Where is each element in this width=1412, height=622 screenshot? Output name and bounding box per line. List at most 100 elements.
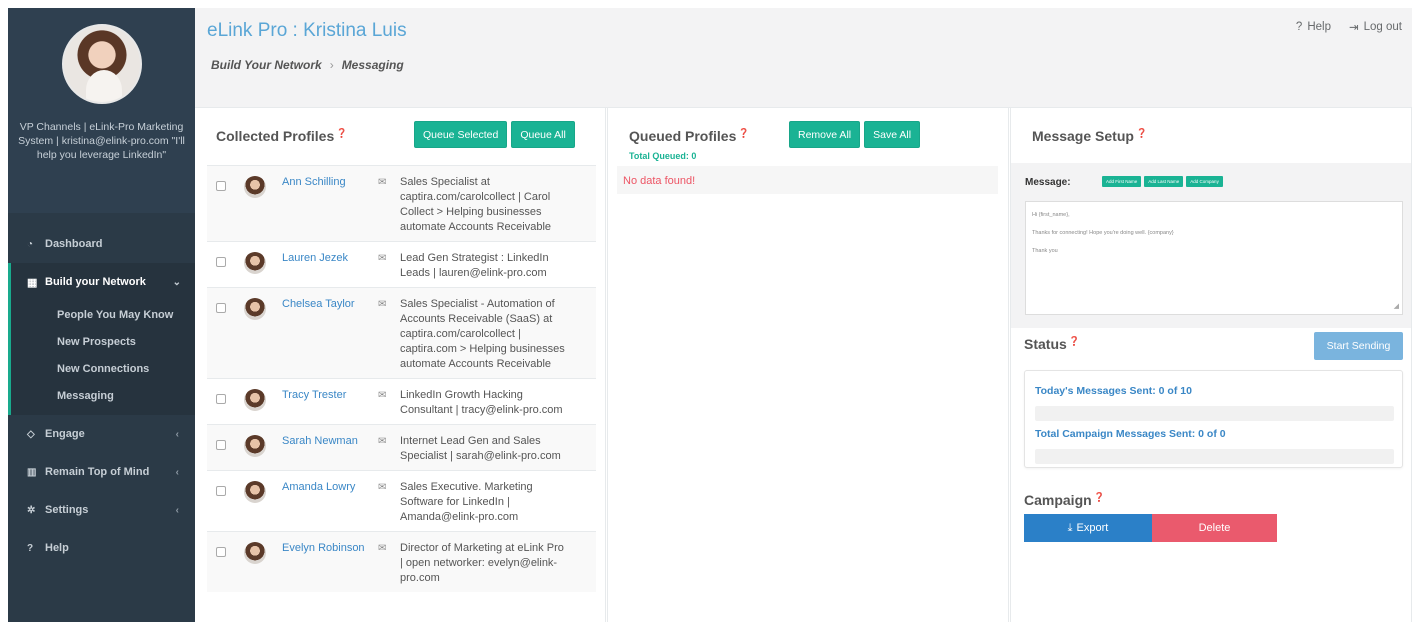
envelope-icon[interactable]: ✉	[378, 541, 400, 586]
grid-icon: ▦	[27, 276, 38, 289]
merge-tag-buttons: Add First Name Add Last Name Add Company	[1102, 176, 1223, 187]
sidebar: VP Channels | eLink-Pro Marketing System…	[8, 8, 195, 622]
message-line: Thank you	[1032, 248, 1058, 254]
sidebar-item-label: Engage	[45, 428, 85, 440]
sidebar-subitem-messaging[interactable]: Messaging	[11, 382, 195, 409]
breadcrumb: Build Your Network › Messaging	[211, 58, 404, 72]
select-checkbox[interactable]	[216, 486, 226, 496]
profile-headline: Sales Specialist at captira.com/carolcol…	[400, 176, 552, 233]
app-title: eLink Pro : Kristina Luis	[207, 20, 407, 41]
today-messages-label: Today's Messages Sent: 0 of 10	[1035, 385, 1192, 397]
message-textarea[interactable]: Hi {first_name}, Thanks for connecting! …	[1025, 201, 1403, 315]
total-queued: Total Queued: 0	[629, 151, 697, 161]
start-sending-button[interactable]: Start Sending	[1314, 332, 1403, 360]
profile-bio: VP Channels | eLink-Pro Marketing System…	[18, 121, 185, 161]
info-icon[interactable]: ❓	[1136, 128, 1147, 138]
logout-link[interactable]: ⇥ Log out	[1349, 20, 1402, 34]
profile-name-link[interactable]: Ann Schilling	[282, 175, 378, 235]
sidebar-item-remain-top[interactable]: ▥ Remain Top of Mind ‹	[8, 453, 195, 491]
resize-handle-icon[interactable]: ◢	[1394, 302, 1399, 312]
message-line: Thanks for connecting! Hope you're doing…	[1032, 230, 1174, 236]
total-messages-label: Total Campaign Messages Sent: 0 of 0	[1035, 428, 1226, 440]
save-all-button[interactable]: Save All	[864, 121, 921, 148]
sidebar-subitem-new-connections[interactable]: New Connections	[11, 355, 195, 382]
status-heading: Status ❓	[1024, 336, 1080, 352]
profile-photo	[244, 298, 266, 320]
sign-out-icon: ⇥	[1348, 22, 1359, 34]
help-label: Help	[1307, 21, 1331, 33]
select-checkbox[interactable]	[216, 394, 226, 404]
sidebar-nav: ◔ Dashboard ▦ Build your Network ⌄ Peopl…	[8, 225, 195, 567]
help-link[interactable]: ? Help	[1296, 20, 1331, 34]
delete-button[interactable]: Delete	[1152, 514, 1277, 542]
info-icon[interactable]: ❓	[1094, 492, 1105, 502]
top-links: ? Help ⇥ Log out	[1296, 20, 1402, 34]
envelope-icon[interactable]: ✉	[378, 480, 400, 525]
bar-chart-icon: ▥	[27, 466, 37, 478]
sidebar-item-build-network[interactable]: ▦ Build your Network ⌄	[11, 263, 195, 301]
select-checkbox[interactable]	[216, 303, 226, 313]
list-item: Lauren Jezek ✉ Lead Gen Strategist : Lin…	[207, 241, 596, 287]
status-box: Today's Messages Sent: 0 of 10 Total Cam…	[1024, 370, 1403, 468]
profile-name-link[interactable]: Amanda Lowry	[282, 480, 378, 525]
select-checkbox[interactable]	[216, 440, 226, 450]
chevron-left-icon: ‹	[175, 466, 179, 478]
envelope-icon[interactable]: ✉	[378, 388, 400, 418]
queued-actions: Remove All Save All	[789, 121, 921, 148]
panel-title: Queued Profiles	[629, 128, 737, 144]
profile-name-link[interactable]: Lauren Jezek	[282, 251, 378, 281]
collected-profiles-heading: Collected Profiles ❓	[216, 128, 347, 144]
envelope-icon[interactable]: ✉	[378, 175, 400, 235]
sidebar-subitem-people[interactable]: People You May Know	[11, 301, 195, 328]
sidebar-item-label: Build your Network	[45, 276, 146, 288]
profile-headline: Lead Gen Strategist : LinkedIn Leads | l…	[400, 252, 549, 279]
select-checkbox[interactable]	[216, 181, 226, 191]
sidebar-item-label: Remain Top of Mind	[45, 466, 150, 478]
info-icon[interactable]: ❓	[738, 128, 749, 138]
avatar[interactable]	[61, 24, 142, 104]
sidebar-item-engage[interactable]: ◇ Engage ‹	[8, 415, 195, 453]
info-icon[interactable]: ❓	[336, 128, 347, 138]
list-item: Amanda Lowry ✉ Sales Executive. Marketin…	[207, 470, 596, 531]
profile-name-link[interactable]: Chelsea Taylor	[282, 297, 378, 372]
profile-name-link[interactable]: Tracy Trester	[282, 388, 378, 418]
sidebar-subitem-new-prospects[interactable]: New Prospects	[11, 328, 195, 355]
envelope-icon[interactable]: ✉	[378, 297, 400, 372]
profile-headline: Internet Lead Gen and Sales Specialist |…	[400, 435, 561, 462]
envelope-icon[interactable]: ✉	[378, 251, 400, 281]
list-item: Chelsea Taylor ✉ Sales Specialist - Auto…	[207, 287, 596, 378]
chevron-left-icon: ‹	[175, 504, 179, 516]
profile-headline: Sales Executive. Marketing Software for …	[400, 481, 533, 523]
select-checkbox[interactable]	[216, 257, 226, 267]
sidebar-item-label: Help	[45, 542, 69, 554]
add-company-button[interactable]: Add Company	[1186, 176, 1223, 187]
queue-all-button[interactable]: Queue All	[511, 121, 575, 148]
message-setup-heading: Message Setup ❓	[1032, 128, 1147, 144]
export-button[interactable]: ⤓ Export	[1024, 514, 1152, 542]
queue-selected-button[interactable]: Queue Selected	[414, 121, 508, 148]
panel-title: Campaign	[1024, 492, 1092, 508]
message-setup-panel: Message Setup ❓ Message: Add First Name A…	[1010, 108, 1412, 622]
envelope-icon[interactable]: ✉	[378, 434, 400, 464]
sidebar-item-settings[interactable]: ✲ Settings ‹	[8, 491, 195, 529]
sidebar-submenu: People You May Know New Prospects New Co…	[11, 301, 195, 415]
panel-title: Message Setup	[1032, 128, 1134, 144]
profile-name-link[interactable]: Sarah Newman	[282, 434, 378, 464]
campaign-heading: Campaign ❓	[1024, 492, 1105, 508]
info-icon[interactable]: ❓	[1069, 336, 1080, 346]
profile-name-link[interactable]: Evelyn Robinson	[282, 541, 378, 586]
sidebar-item-dashboard[interactable]: ◔ Dashboard	[8, 225, 195, 263]
profile-headline: Director of Marketing at eLink Pro | ope…	[400, 542, 564, 584]
logout-label: Log out	[1363, 21, 1402, 33]
remove-all-button[interactable]: Remove All	[789, 121, 861, 148]
add-last-name-button[interactable]: Add Last Name	[1144, 176, 1184, 187]
sidebar-item-help[interactable]: ? Help	[8, 529, 195, 567]
dashboard-icon: ◔	[27, 238, 34, 250]
breadcrumb-item[interactable]: Build Your Network	[211, 58, 322, 72]
profile-block: VP Channels | eLink-Pro Marketing System…	[8, 8, 195, 213]
chevron-down-icon: ⌄	[172, 276, 181, 288]
select-checkbox[interactable]	[216, 547, 226, 557]
profile-headline: Sales Specialist - Automation of Account…	[400, 298, 565, 370]
list-item: Tracy Trester ✉ LinkedIn Growth Hacking …	[207, 378, 596, 424]
add-first-name-button[interactable]: Add First Name	[1102, 176, 1142, 187]
